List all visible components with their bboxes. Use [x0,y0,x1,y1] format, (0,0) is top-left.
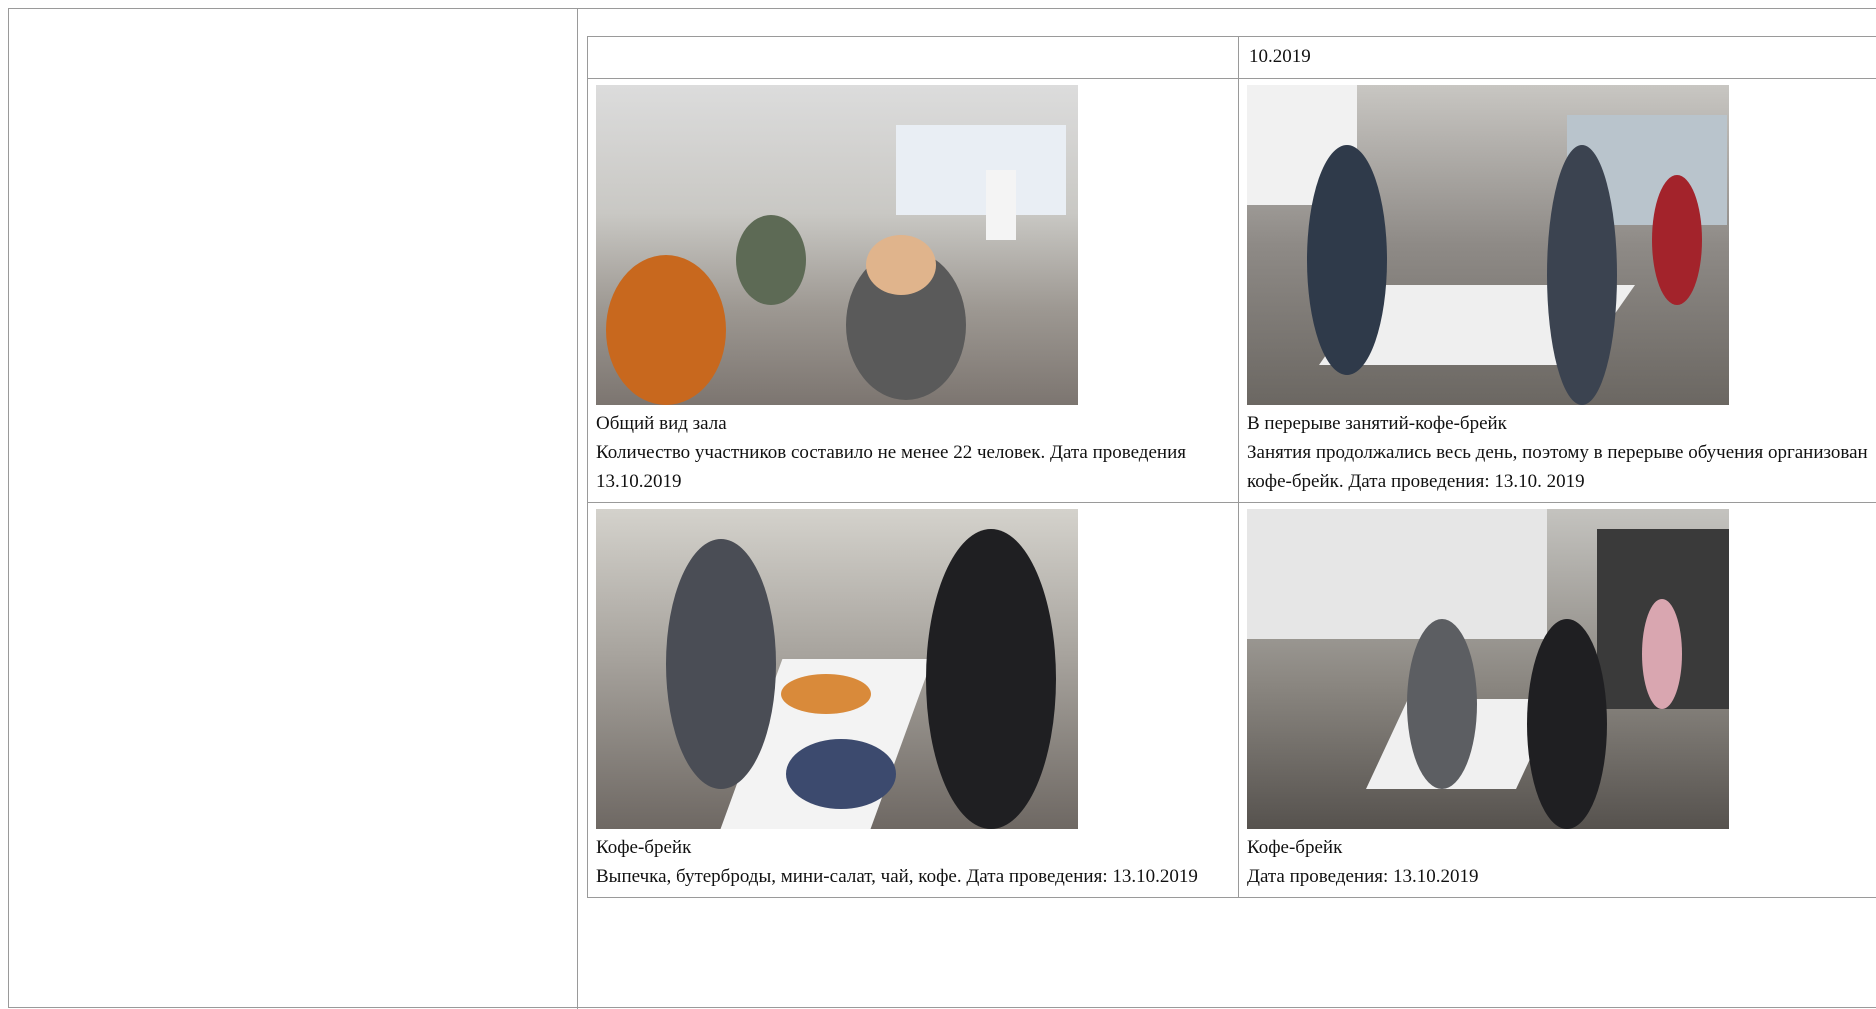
photo-coffee-break-2 [596,509,1078,829]
photo-report-table: 10.2019 Общий вид зала Количество участн… [587,36,1876,898]
photo-coffee-break-3 [1247,509,1729,829]
photo-hall-overview [596,85,1078,405]
header-cell-left [588,37,1239,79]
photo-cell: В перерыве занятий-кофе-брейк Занятия пр… [1239,79,1876,503]
photo-coffee-break-1 [1247,85,1729,405]
photo-cell: Общий вид зала Количество участников сос… [588,79,1239,503]
header-cell-right: 10.2019 [1239,37,1876,79]
photo-description: Дата проведения: 13.10.2019 [1247,862,1876,891]
photo-cell: Кофе-брейк Дата проведения: 13.10.2019 [1239,503,1876,898]
table-header-row: 10.2019 [588,37,1876,79]
photo-cell: Кофе-брейк Выпечка, бутерброды, мини-сал… [588,503,1239,898]
photo-title: Общий вид зала [596,409,1230,438]
photo-title: Кофе-брейк [1247,833,1876,862]
photo-title: Кофе-брейк [596,833,1230,862]
column-divider [577,9,578,1009]
photo-description: Занятия продолжались весь день, поэтому … [1247,438,1876,496]
table-row: Общий вид зала Количество участников сос… [588,79,1876,503]
photo-description: Количество участников составило не менее… [596,438,1230,496]
photo-description: Выпечка, бутерброды, мини-салат, чай, ко… [596,862,1230,891]
photo-title: В перерыве занятий-кофе-брейк [1247,409,1876,438]
table-row: Кофе-брейк Выпечка, бутерброды, мини-сал… [588,503,1876,898]
